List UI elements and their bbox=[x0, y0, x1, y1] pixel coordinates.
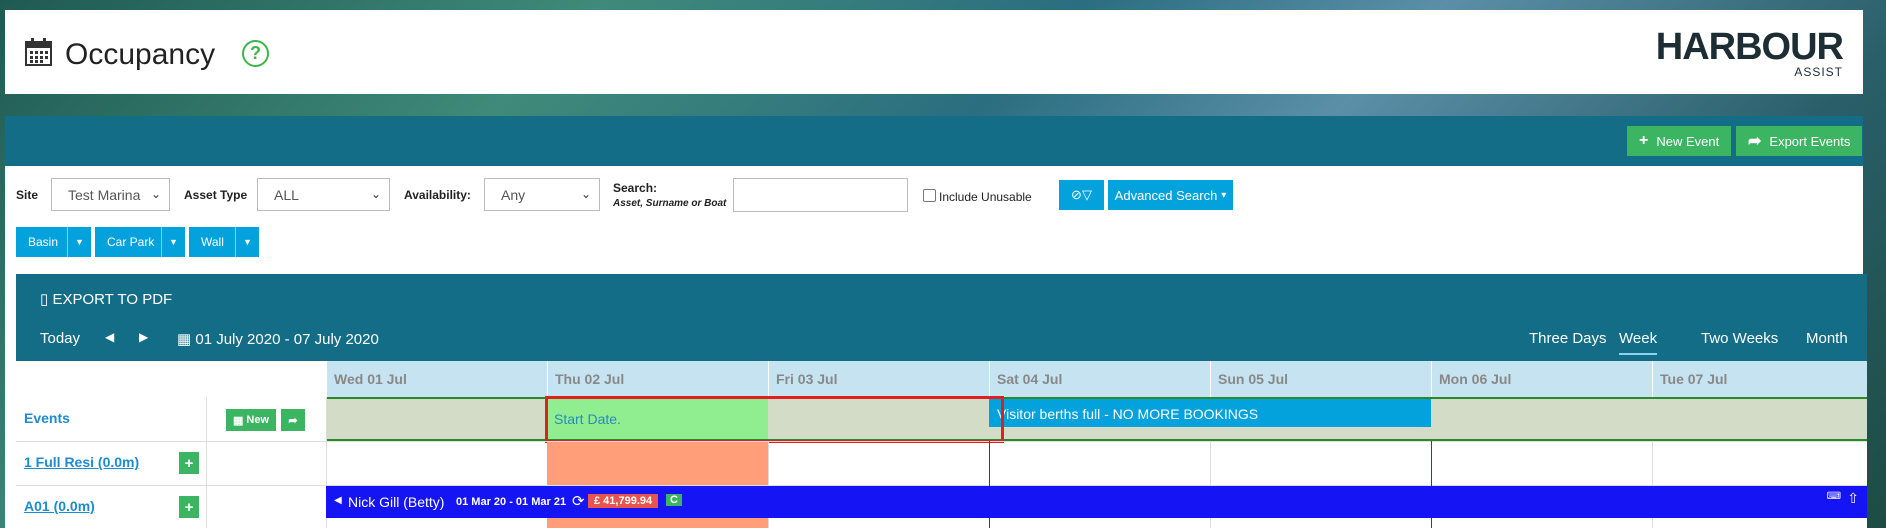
export-events-button[interactable]: ➦ Export Events bbox=[1736, 126, 1863, 156]
basin-label: Basin bbox=[28, 235, 59, 249]
calendar-small-icon: ▦ bbox=[232, 414, 244, 427]
day-header: Sun 05 Jul bbox=[1210, 361, 1431, 397]
visitor-full-label: Visitor berths full - NO MORE BOOKINGS bbox=[997, 406, 1259, 422]
site-label: Site bbox=[16, 188, 39, 202]
pdf-icon: ▯ bbox=[40, 291, 49, 308]
upload-icon: ⇧ bbox=[1847, 490, 1859, 506]
resource-row: 1 Full Resi (0.0m) + bbox=[16, 441, 1867, 528]
date-range[interactable]: ▦ 01 July 2020 - 07 July 2020 bbox=[177, 330, 379, 348]
page-title: Occupancy bbox=[65, 38, 216, 71]
chevron-down-icon: ▾ bbox=[1221, 189, 1227, 201]
advanced-search-label: Advanced Search bbox=[1114, 187, 1218, 203]
events-row-label: Events bbox=[24, 410, 70, 426]
chevron-down-icon: ⌄ bbox=[150, 187, 161, 201]
wall-group-button[interactable]: Wall ▼ bbox=[189, 227, 259, 257]
view-three-days[interactable]: Three Days bbox=[1529, 330, 1607, 347]
visitor-full-event[interactable]: Visitor berths full - NO MORE BOOKINGS bbox=[989, 399, 1431, 427]
caret-right-icon: ▶ bbox=[139, 330, 149, 344]
share-icon: ➦ bbox=[288, 414, 298, 427]
caret-left-icon: ◀ bbox=[334, 495, 342, 506]
events-row: Events ▦ New ➦ Start Date. Visitor berth… bbox=[16, 396, 1867, 443]
caret-down-icon[interactable]: ▼ bbox=[235, 227, 259, 257]
caret-down-icon[interactable]: ▼ bbox=[161, 227, 185, 257]
filter-icon: ⊘▽ bbox=[1071, 187, 1092, 202]
new-event-button[interactable]: + New Event bbox=[1627, 126, 1732, 156]
view-month[interactable]: Month bbox=[1806, 330, 1848, 347]
caret-down-icon[interactable]: ▼ bbox=[67, 227, 91, 257]
booking-dates: 01 Mar 20 - 01 Mar 21 bbox=[456, 496, 567, 508]
chevron-down-icon: ⌄ bbox=[580, 187, 591, 201]
next-week-button[interactable]: ▶ bbox=[139, 330, 148, 344]
search-input[interactable] bbox=[733, 178, 908, 212]
asset-type-value: ALL bbox=[274, 187, 299, 203]
view-week[interactable]: Week bbox=[1619, 330, 1658, 355]
repeat-icon: ⟳ bbox=[572, 493, 585, 510]
new-event-small-button[interactable]: ▦ New bbox=[226, 409, 276, 431]
search-hint: Asset, Surname or Boat bbox=[613, 198, 727, 209]
day-header: Sat 04 Jul bbox=[989, 361, 1210, 397]
logo-main-text: HARBOUR bbox=[1655, 26, 1844, 68]
row-divider bbox=[16, 441, 1867, 442]
add-booking-button[interactable]: + bbox=[179, 452, 199, 474]
booking-status-badge: C bbox=[666, 494, 682, 506]
resource-row: A01 (0.0m) + ◀ Nick Gill (Betty) 01 Mar … bbox=[16, 485, 1867, 528]
day-header: Fri 03 Jul bbox=[768, 361, 989, 397]
site-select-value: Test Marina bbox=[68, 187, 141, 203]
search-label: Search: bbox=[613, 181, 658, 195]
site-select[interactable]: Test Marina ⌄ bbox=[51, 178, 170, 211]
include-unusable-label: Include Unusable bbox=[939, 190, 1032, 204]
prev-week-button[interactable]: ◀ bbox=[105, 330, 114, 344]
chevron-down-icon: ⌄ bbox=[370, 187, 381, 201]
new-label: New bbox=[246, 414, 270, 426]
availability-label: Availability: bbox=[404, 188, 471, 202]
add-booking-button[interactable]: + bbox=[179, 496, 199, 518]
day-header: Tue 07 Jul bbox=[1652, 361, 1867, 397]
day-header: Wed 01 Jul bbox=[326, 361, 547, 397]
calendar-header: ▯ EXPORT TO PDF Today ◀ ▶ ▦ 01 July 2020… bbox=[16, 274, 1867, 361]
day-header: Mon 06 Jul bbox=[1431, 361, 1652, 397]
new-event-label: New Event bbox=[1656, 133, 1720, 149]
calendar-small-icon: ▦ bbox=[177, 331, 192, 348]
wall-label: Wall bbox=[201, 235, 224, 249]
advanced-search-button[interactable]: Advanced Search ▾ bbox=[1108, 180, 1233, 210]
car-park-label: Car Park bbox=[107, 235, 155, 249]
availability-value: Any bbox=[501, 187, 526, 203]
include-unusable-checkbox[interactable] bbox=[923, 189, 936, 202]
harbour-assist-logo: HARBOUR ASSIST bbox=[1655, 26, 1844, 78]
view-two-weeks[interactable]: Two Weeks bbox=[1701, 330, 1778, 347]
booking-name: Nick Gill (Betty) bbox=[348, 494, 445, 510]
keyboard-icon: ⌨ bbox=[1826, 491, 1841, 502]
caret-left-icon: ◀ bbox=[105, 330, 115, 344]
clear-filter-button[interactable]: ⊘▽ bbox=[1059, 180, 1104, 210]
selection-highlight bbox=[545, 396, 1004, 443]
asset-type-select[interactable]: ALL ⌄ bbox=[257, 178, 390, 211]
availability-select[interactable]: Any ⌄ bbox=[484, 178, 600, 211]
car-park-group-button[interactable]: Car Park ▼ bbox=[95, 227, 185, 257]
resource-label[interactable]: A01 (0.0m) bbox=[24, 498, 95, 514]
plus-icon: + bbox=[1639, 132, 1649, 149]
export-pdf-button[interactable]: ▯ EXPORT TO PDF bbox=[40, 290, 172, 308]
booking-amount: £ 41,799.94 bbox=[588, 494, 659, 508]
day-header: Thu 02 Jul bbox=[547, 361, 768, 397]
export-event-small-button[interactable]: ➦ bbox=[281, 409, 305, 431]
date-range-text: 01 July 2020 - 07 July 2020 bbox=[195, 331, 379, 348]
calendar-icon bbox=[25, 38, 52, 66]
today-button[interactable]: Today bbox=[40, 330, 80, 347]
day-header-spacer bbox=[16, 361, 326, 397]
export-events-label: Export Events bbox=[1769, 133, 1851, 149]
basin-group-button[interactable]: Basin ▼ bbox=[16, 227, 91, 257]
asset-type-label: Asset Type bbox=[184, 188, 248, 202]
booking-bar[interactable]: ◀ Nick Gill (Betty) 01 Mar 20 - 01 Mar 2… bbox=[326, 486, 1867, 518]
panel-toolbar: + New Event ➦ Export Events bbox=[5, 116, 1863, 166]
share-icon: ➦ bbox=[1748, 133, 1762, 150]
help-icon[interactable]: ? bbox=[242, 40, 269, 67]
day-header-row: Wed 01 Jul Thu 02 Jul Fri 03 Jul Sat 04 … bbox=[16, 361, 1867, 397]
export-pdf-label: EXPORT TO PDF bbox=[52, 291, 173, 308]
resource-label[interactable]: 1 Full Resi (0.0m) bbox=[24, 454, 139, 470]
page-header: Occupancy ? HARBOUR ASSIST bbox=[5, 10, 1863, 94]
